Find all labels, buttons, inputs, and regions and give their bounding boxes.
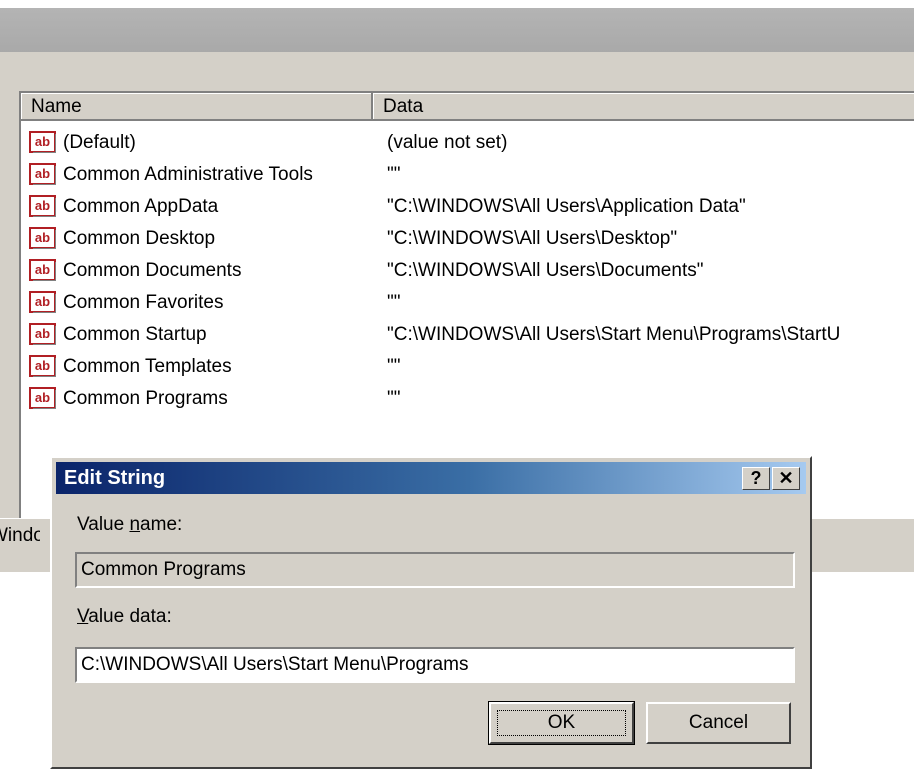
value-data: "" — [387, 356, 401, 377]
ok-button[interactable]: OK — [488, 701, 635, 745]
close-button[interactable]: ✕ — [772, 467, 800, 490]
value-data-label: Value data: — [77, 606, 172, 627]
string-value-icon: ab — [29, 259, 56, 281]
status-text: Windows — [0, 525, 40, 546]
string-value-icon: ab — [29, 227, 56, 249]
value-data: "" — [387, 292, 401, 313]
column-header-data[interactable]: Data — [373, 93, 914, 121]
dialog-title-bar[interactable]: Edit String ? ✕ — [56, 462, 806, 494]
focus-rect — [497, 710, 626, 736]
value-data: "C:\WINDOWS\All Users\Documents" — [387, 260, 704, 281]
value-name: Common Startup — [63, 324, 207, 345]
value-data: "C:\WINDOWS\All Users\Application Data" — [387, 196, 746, 217]
string-value-icon: ab — [29, 291, 56, 313]
edit-string-dialog: Edit String ? ✕ Value name: Common Progr… — [50, 456, 812, 769]
value-data: (value not set) — [387, 132, 508, 153]
string-value-icon: ab — [29, 163, 56, 185]
value-name: Common Programs — [63, 388, 228, 409]
svg-text:ab: ab — [35, 294, 50, 309]
list-item[interactable]: ab Common Startup "C:\WINDOWS\All Users\St… — [29, 319, 909, 351]
list-item[interactable]: ab Common Documents "C:\WINDOWS\All Users\… — [29, 255, 909, 287]
value-data: "" — [387, 388, 401, 409]
value-name-label: Value name: — [77, 514, 183, 535]
close-icon: ✕ — [778, 468, 794, 488]
svg-text:ab: ab — [35, 198, 50, 213]
svg-text:ab: ab — [35, 166, 50, 181]
list-item[interactable]: ab (Default) (value not set) — [29, 127, 909, 159]
cancel-button[interactable]: Cancel — [646, 702, 791, 744]
svg-text:ab: ab — [35, 358, 50, 373]
value-name: Common Administrative Tools — [63, 164, 313, 185]
dialog-title: Edit String — [64, 467, 166, 489]
list-item[interactable]: ab Common Programs "" — [29, 383, 909, 415]
value-name-field: Common Programs — [75, 552, 795, 588]
string-value-icon: ab — [29, 387, 56, 409]
value-data: "" — [387, 164, 401, 185]
svg-text:ab: ab — [35, 390, 50, 405]
svg-text:ab: ab — [35, 326, 50, 341]
value-name: Common Favorites — [63, 292, 224, 313]
column-header-name[interactable]: Name — [21, 93, 373, 121]
list-item[interactable]: ab Common Administrative Tools "" — [29, 159, 909, 191]
value-data: "C:\WINDOWS\All Users\Desktop" — [387, 228, 678, 249]
values-list[interactable]: Name Data ab (Default) (value not set) ab Co… — [19, 91, 914, 518]
value-data-input[interactable]: C:\WINDOWS\All Users\Start Menu\Programs — [75, 647, 795, 683]
string-value-icon: ab — [29, 131, 56, 153]
svg-text:ab: ab — [35, 262, 50, 277]
list-item[interactable]: ab Common AppData "C:\WINDOWS\All Users\Ap… — [29, 191, 909, 223]
string-value-icon: ab — [29, 323, 56, 345]
value-name: Common Desktop — [63, 228, 216, 249]
svg-text:ab: ab — [35, 230, 50, 245]
string-value-icon: ab — [29, 195, 56, 217]
value-name: Common Templates — [63, 356, 232, 377]
help-button[interactable]: ? — [742, 467, 770, 490]
string-value-icon: ab — [29, 355, 56, 377]
list-item[interactable]: ab Common Desktop "C:\WINDOWS\All Users\De… — [29, 223, 909, 255]
value-name: (Default) — [63, 132, 136, 153]
window-title-bar — [0, 8, 914, 52]
value-name: Common Documents — [63, 260, 242, 281]
value-name: Common AppData — [63, 196, 219, 217]
value-data: "C:\WINDOWS\All Users\Start Menu\Program… — [387, 324, 841, 345]
list-item[interactable]: ab Common Favorites "" — [29, 287, 909, 319]
svg-text:ab: ab — [35, 134, 50, 149]
list-item[interactable]: ab Common Templates "" — [29, 351, 909, 383]
